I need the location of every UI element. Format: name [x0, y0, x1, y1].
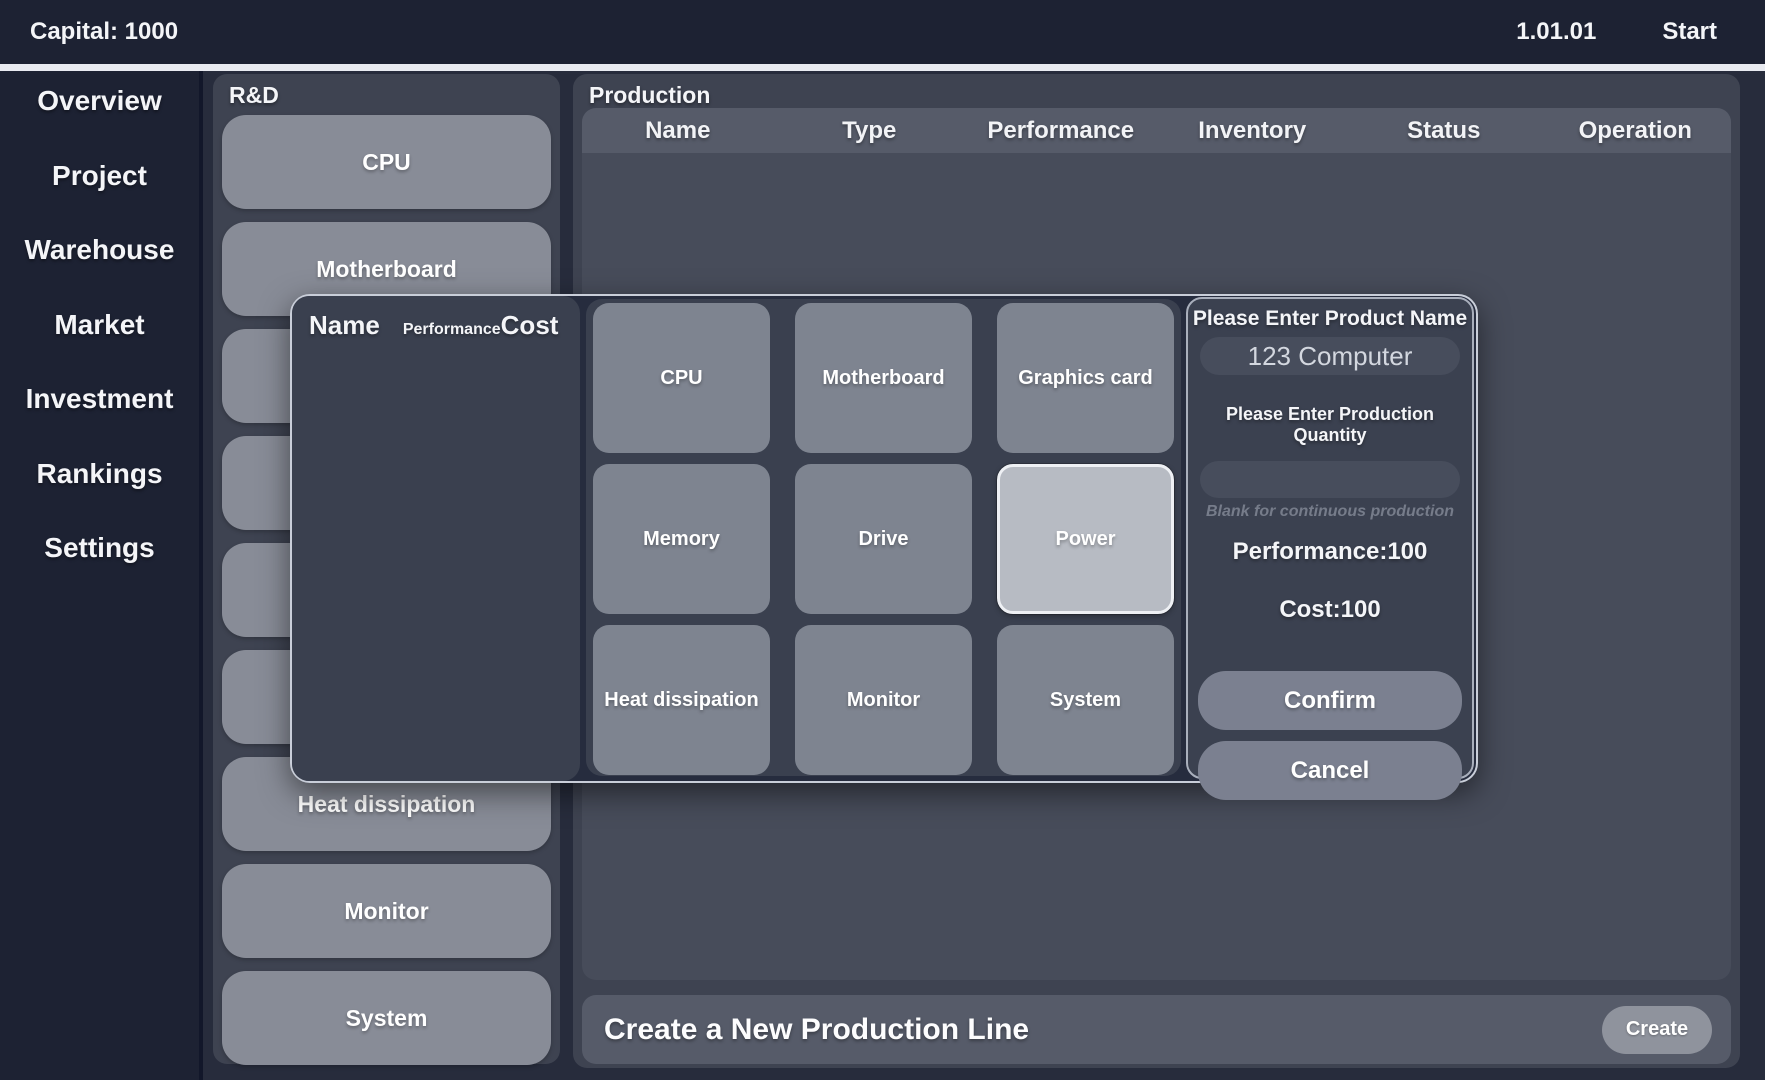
component-grid: CPU Motherboard Graphics card Memory Dri…: [586, 299, 1181, 776]
performance-value: Performance:100: [1188, 538, 1472, 566]
sidebar-item-overview[interactable]: Overview: [0, 64, 199, 139]
sidebar-item-investment[interactable]: Investment: [0, 362, 199, 437]
rnd-button-cpu[interactable]: CPU: [222, 115, 551, 209]
production-footer: Create a New Production Line Create: [582, 995, 1731, 1064]
research-list-header: Name Performance Cost: [292, 296, 580, 341]
create-line-label: Create a New Production Line: [604, 1013, 1029, 1047]
new-production-line-dialog: Name Performance Cost CPU Motherboard Gr…: [290, 294, 1478, 783]
production-panel-title: Production: [589, 82, 710, 109]
sidebar-item-project[interactable]: Project: [0, 139, 199, 214]
component-button-monitor[interactable]: Monitor: [795, 625, 972, 775]
confirm-button[interactable]: Confirm: [1198, 671, 1462, 730]
component-button-graphics-card[interactable]: Graphics card: [997, 303, 1174, 453]
component-button-power[interactable]: Power: [997, 464, 1174, 614]
quantity-hint: Blank for continuous production: [1188, 503, 1472, 521]
column-type: Type: [774, 117, 966, 145]
sidebar: Overview Project Warehouse Market Invest…: [0, 71, 203, 1080]
research-result-list: Name Performance Cost: [292, 296, 580, 781]
rnd-button-system[interactable]: System: [222, 971, 551, 1065]
topbar-divider: [0, 64, 1765, 71]
production-table-header: Name Type Performance Inventory Status O…: [582, 108, 1731, 153]
component-button-heat-dissipation[interactable]: Heat dissipation: [593, 625, 770, 775]
product-name-input[interactable]: 123 Computer: [1200, 337, 1460, 375]
list-header-name: Name: [309, 310, 380, 341]
quantity-input[interactable]: [1200, 461, 1460, 498]
column-status: Status: [1348, 117, 1540, 145]
start-button[interactable]: Start: [1662, 18, 1717, 46]
component-button-memory[interactable]: Memory: [593, 464, 770, 614]
component-button-system[interactable]: System: [997, 625, 1174, 775]
capital-display: Capital: 1000: [30, 18, 178, 46]
component-button-cpu[interactable]: CPU: [593, 303, 770, 453]
component-button-motherboard[interactable]: Motherboard: [795, 303, 972, 453]
list-header-performance: Performance: [403, 321, 501, 339]
list-header-cost: Cost: [501, 310, 559, 341]
sidebar-item-warehouse[interactable]: Warehouse: [0, 213, 199, 288]
quantity-label: Please Enter Production Quantity: [1188, 404, 1472, 446]
product-form: Please Enter Product Name 123 Computer P…: [1186, 297, 1474, 779]
create-button[interactable]: Create: [1602, 1006, 1712, 1054]
component-button-drive[interactable]: Drive: [795, 464, 972, 614]
date-display: 1.01.01: [1516, 18, 1596, 46]
sidebar-item-rankings[interactable]: Rankings: [0, 437, 199, 512]
product-name-label: Please Enter Product Name: [1188, 307, 1472, 331]
column-operation: Operation: [1540, 117, 1732, 145]
column-performance: Performance: [965, 117, 1157, 145]
column-inventory: Inventory: [1157, 117, 1349, 145]
sidebar-item-market[interactable]: Market: [0, 288, 199, 363]
sidebar-item-settings[interactable]: Settings: [0, 511, 199, 586]
column-name: Name: [582, 117, 774, 145]
cancel-button[interactable]: Cancel: [1198, 741, 1462, 800]
rnd-button-monitor[interactable]: Monitor: [222, 864, 551, 958]
top-bar: Capital: 1000 1.01.01 Start: [0, 0, 1765, 64]
cost-value: Cost:100: [1188, 596, 1472, 624]
rnd-panel-title: R&D: [229, 82, 279, 109]
